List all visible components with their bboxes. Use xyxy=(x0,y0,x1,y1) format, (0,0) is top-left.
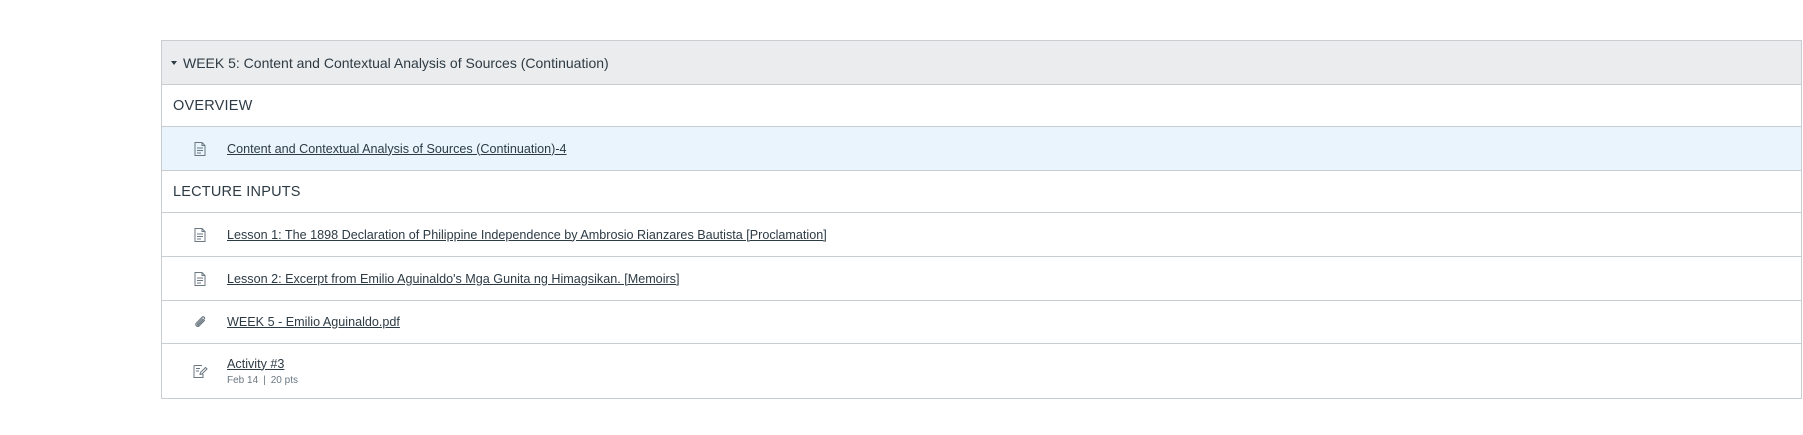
module-header[interactable]: WEEK 5: Content and Contextual Analysis … xyxy=(162,41,1801,85)
attachment-icon xyxy=(192,314,208,330)
item-body: Activity #3 Feb 14 | 20 pts xyxy=(227,357,298,386)
page-icon xyxy=(192,141,208,157)
assignment-icon xyxy=(192,363,208,379)
subheader-overview: OVERVIEW xyxy=(162,85,1801,127)
item-link-pdf[interactable]: WEEK 5 - Emilio Aguinaldo.pdf xyxy=(227,315,400,329)
item-link-lesson-2[interactable]: Lesson 2: Excerpt from Emilio Aguinaldo'… xyxy=(227,272,679,286)
module-item-lesson-2[interactable]: Lesson 2: Excerpt from Emilio Aguinaldo'… xyxy=(162,257,1801,301)
page-icon xyxy=(192,271,208,287)
module-week-5: WEEK 5: Content and Contextual Analysis … xyxy=(161,40,1802,399)
page-icon xyxy=(192,227,208,243)
module-item-pdf[interactable]: WEEK 5 - Emilio Aguinaldo.pdf xyxy=(162,301,1801,344)
item-link-overview[interactable]: Content and Contextual Analysis of Sourc… xyxy=(227,142,567,156)
item-meta: Feb 14 | 20 pts xyxy=(227,375,298,386)
due-date: Feb 14 xyxy=(227,374,259,386)
module-title: WEEK 5: Content and Contextual Analysis … xyxy=(183,54,609,71)
meta-separator: | xyxy=(263,374,266,386)
item-link-lesson-1[interactable]: Lesson 1: The 1898 Declaration of Philip… xyxy=(227,228,827,242)
points: 20 pts xyxy=(270,374,298,386)
item-link-activity-3[interactable]: Activity #3 xyxy=(227,357,298,371)
module-item-lesson-1[interactable]: Lesson 1: The 1898 Declaration of Philip… xyxy=(162,213,1801,257)
subheader-lecture-inputs: LECTURE INPUTS xyxy=(162,171,1801,213)
module-item-activity-3[interactable]: Activity #3 Feb 14 | 20 pts xyxy=(162,344,1801,398)
collapse-caret-icon[interactable] xyxy=(171,61,177,65)
module-item-overview-page[interactable]: Content and Contextual Analysis of Sourc… xyxy=(162,127,1801,171)
